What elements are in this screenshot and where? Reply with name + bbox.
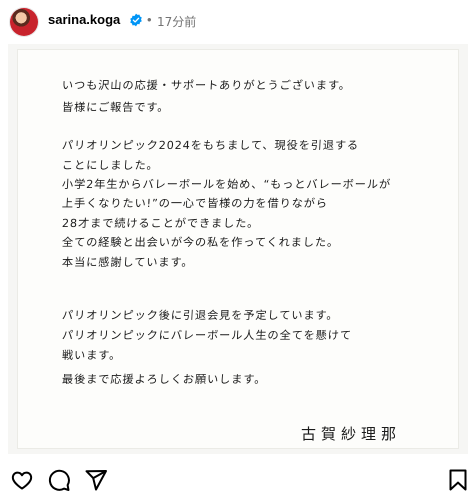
letter-line: 戦います。 xyxy=(61,349,122,362)
letter-line: 28才まで続けることができました。 xyxy=(61,217,260,230)
comment-icon xyxy=(48,469,70,491)
letter-line: ことにしました。 xyxy=(61,159,160,172)
heart-icon xyxy=(11,471,33,490)
share-button[interactable] xyxy=(84,468,108,492)
verified-badge-icon xyxy=(130,13,142,27)
post-image[interactable]: いつも沢山の応援・サポートありがとうございます。 皆様にご報告です。 パリオリン… xyxy=(8,44,468,454)
letter-line: パリオリンピック後に引退会見を予定しています。 xyxy=(61,309,339,322)
letter-line: 全ての経験と出会いが今の私を作ってくれました。 xyxy=(61,236,340,249)
post-timestamp[interactable]: 17分前 xyxy=(157,13,196,30)
letter-line: 上手くなりたい!”の一心で皆様の力を借りながら xyxy=(61,197,329,210)
post-header: sarina.koga • 17分前 xyxy=(0,0,476,44)
save-button[interactable] xyxy=(446,468,470,492)
letter-line: 本当に感謝しています。 xyxy=(61,256,194,269)
separator-dot: • xyxy=(147,12,152,27)
like-button[interactable] xyxy=(10,468,34,492)
comment-button[interactable] xyxy=(47,468,71,492)
signature: 古賀紗理那 xyxy=(301,425,402,443)
handwritten-letter: いつも沢山の応援・サポートありがとうございます。 皆様にご報告です。 パリオリン… xyxy=(18,50,458,448)
username[interactable]: sarina.koga xyxy=(48,12,120,27)
share-icon xyxy=(85,470,107,491)
bookmark-icon xyxy=(449,469,467,491)
letter-line: 皆様にご報告です。 xyxy=(61,101,170,114)
letter-line: 最後まで応援よろしくお願いします。 xyxy=(61,373,267,386)
letter-line: 小学2年生からバレーボールを始め、“もっとバレーボールが xyxy=(61,178,392,191)
action-bar xyxy=(0,458,476,501)
letter-line: いつも沢山の応援・サポートありがとうございます。 xyxy=(61,79,352,92)
letter-line: パリオリンピックにバレーボール人生の全てを懸けて xyxy=(61,329,353,342)
letter-line: パリオリンピック2024をもちまして、現役を引退する xyxy=(61,139,360,152)
avatar[interactable] xyxy=(10,8,38,36)
